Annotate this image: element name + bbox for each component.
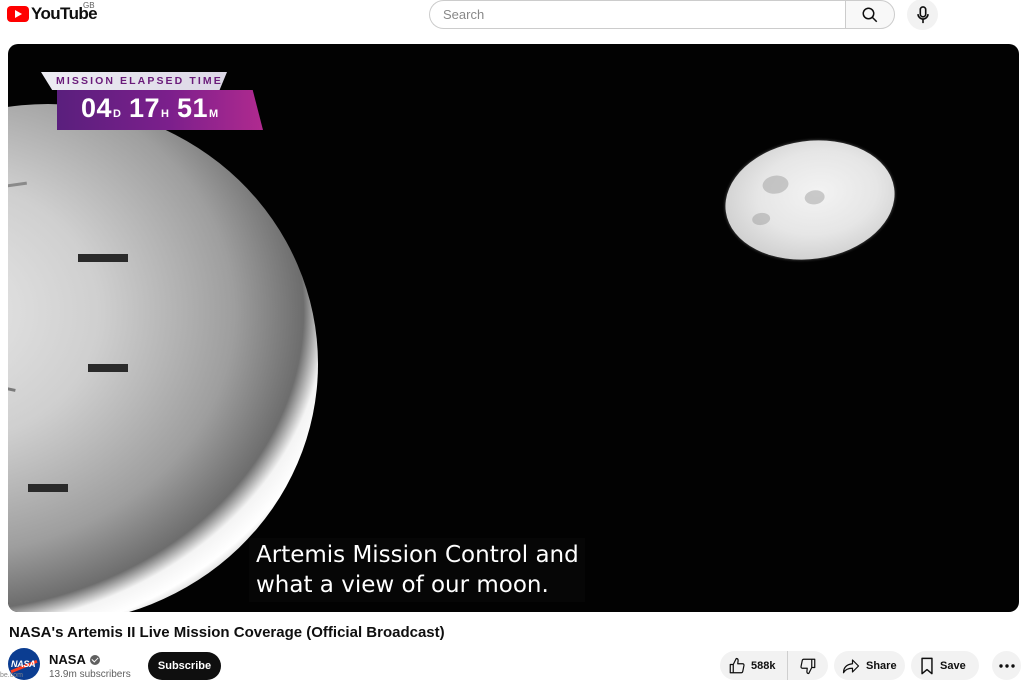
channel-name: NASA <box>49 652 86 667</box>
youtube-play-icon <box>7 6 29 22</box>
video-player[interactable]: MISSION ELAPSED TIME 04 D 17 H 51 M Arte… <box>8 44 1019 612</box>
save-button[interactable]: Save <box>911 651 979 680</box>
country-code: GB <box>83 1 95 10</box>
met-days-unit: D <box>113 108 121 120</box>
more-horizontal-icon <box>998 663 1015 668</box>
like-dislike-group: 588k <box>720 651 828 680</box>
search-bar <box>429 0 895 29</box>
mission-elapsed-time-overlay: MISSION ELAPSED TIME 04 D 17 H 51 M <box>41 72 263 132</box>
bookmark-icon <box>921 657 933 674</box>
share-label: Share <box>866 659 897 672</box>
closed-caption: Artemis Mission Control and what a view … <box>249 538 585 602</box>
avatar-text: NASA <box>11 659 36 669</box>
like-button[interactable]: 588k <box>720 651 788 680</box>
search-icon <box>862 7 878 22</box>
save-label: Save <box>940 659 966 672</box>
search-input[interactable] <box>429 0 845 29</box>
met-minutes-unit: M <box>209 108 219 120</box>
met-days: 04 <box>81 93 113 123</box>
subscriber-count: 13.9m subscribers <box>49 669 131 680</box>
thumbs-up-icon <box>729 657 745 673</box>
share-button[interactable]: Share <box>834 651 905 680</box>
microphone-icon <box>916 5 929 23</box>
caption-line-2: what a view of our moon. <box>256 572 549 598</box>
met-clock: 04 D 17 H 51 M <box>81 93 226 124</box>
subscribe-button[interactable]: Subscribe <box>148 652 221 680</box>
dislike-button[interactable] <box>788 651 828 680</box>
voice-search-button[interactable] <box>907 0 938 30</box>
moon-image <box>717 129 903 271</box>
channel-name-link[interactable]: NASA <box>49 652 100 667</box>
met-label: MISSION ELAPSED TIME <box>56 75 223 87</box>
search-button[interactable] <box>845 0 895 29</box>
met-hours-unit: H <box>161 108 169 120</box>
caption-line-1: Artemis Mission Control and <box>256 542 579 568</box>
masthead: YouTube GB <box>0 0 1023 30</box>
more-actions-button[interactable] <box>992 651 1021 680</box>
met-hours: 17 <box>129 93 161 123</box>
video-title: NASA's Artemis II Live Mission Coverage … <box>9 624 445 641</box>
share-icon <box>842 658 860 673</box>
like-count: 588k <box>751 659 776 672</box>
edge-text: be.com <box>0 672 23 679</box>
thumbs-down-icon <box>800 658 816 674</box>
spacecraft-image <box>8 104 318 612</box>
verified-badge-icon <box>89 654 100 665</box>
met-minutes: 51 <box>177 93 209 123</box>
